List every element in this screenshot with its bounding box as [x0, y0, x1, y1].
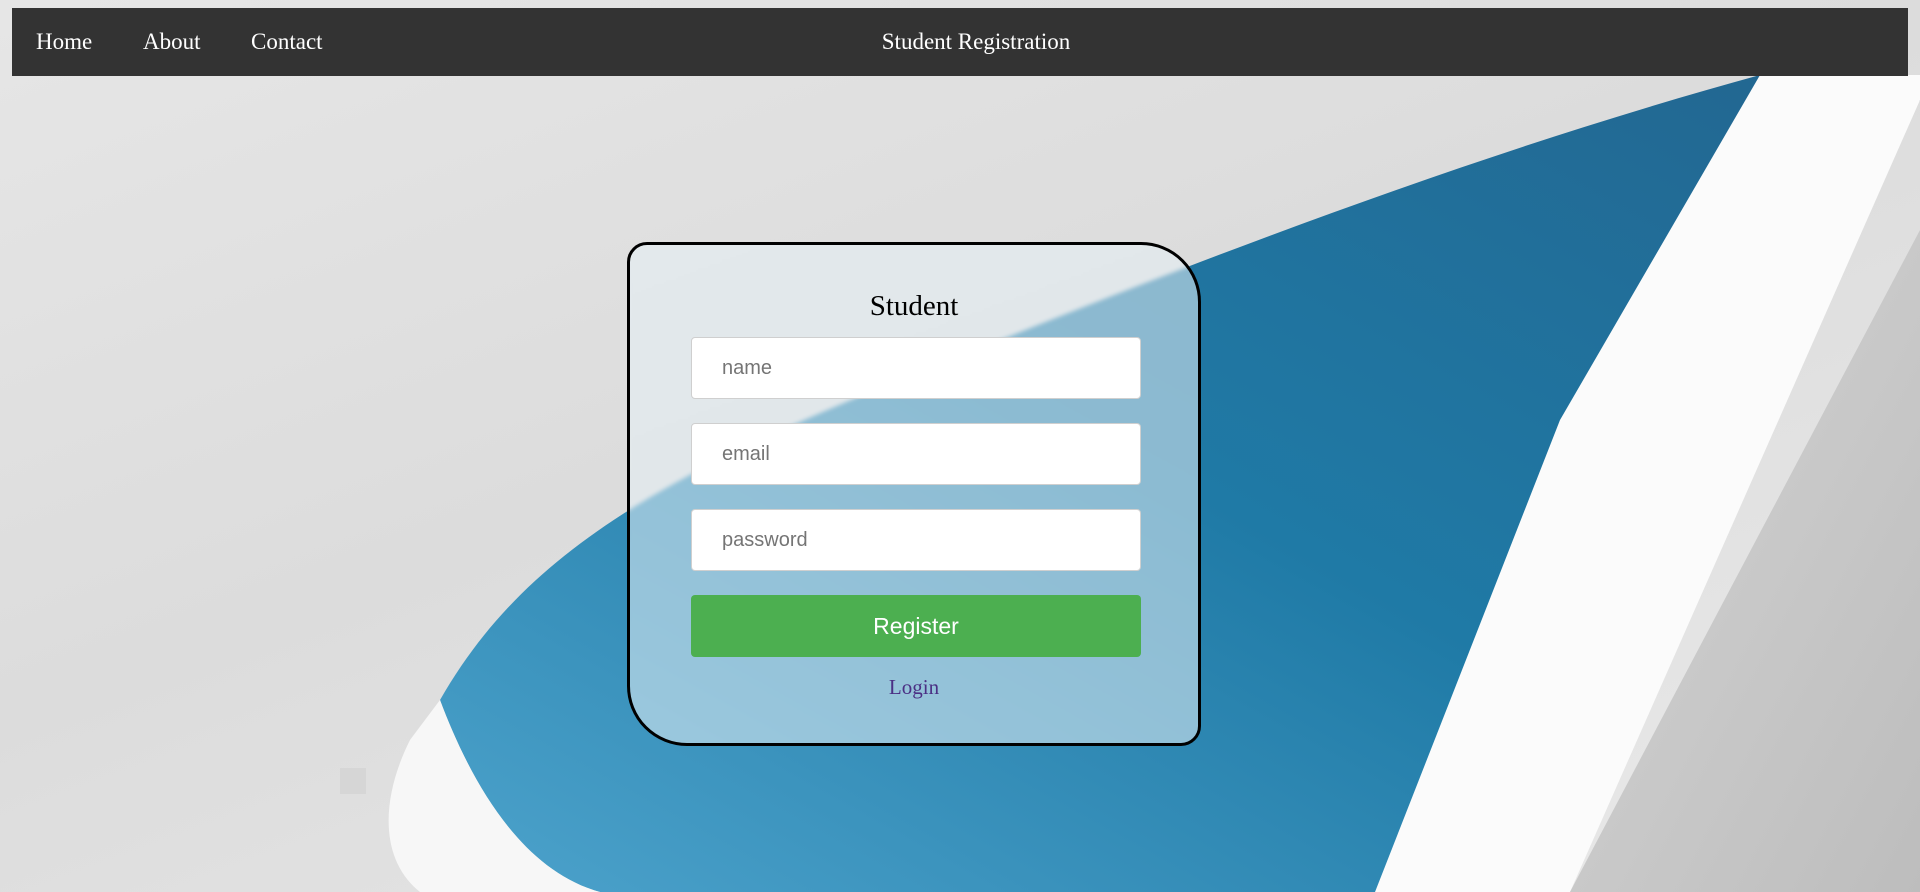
site-title: Student Registration [881, 29, 1071, 54]
name-input[interactable] [691, 337, 1141, 399]
form-title: Student [869, 290, 959, 322]
navbar: Home About Contact Student Registration [12, 8, 1908, 76]
login-link[interactable]: Login [630, 675, 1198, 700]
registration-card: Student Register Login [627, 242, 1201, 746]
page: Home About Contact Student Registration … [0, 0, 1920, 892]
password-input[interactable] [691, 509, 1141, 571]
register-button[interactable]: Register [691, 595, 1141, 657]
email-input[interactable] [691, 423, 1141, 485]
